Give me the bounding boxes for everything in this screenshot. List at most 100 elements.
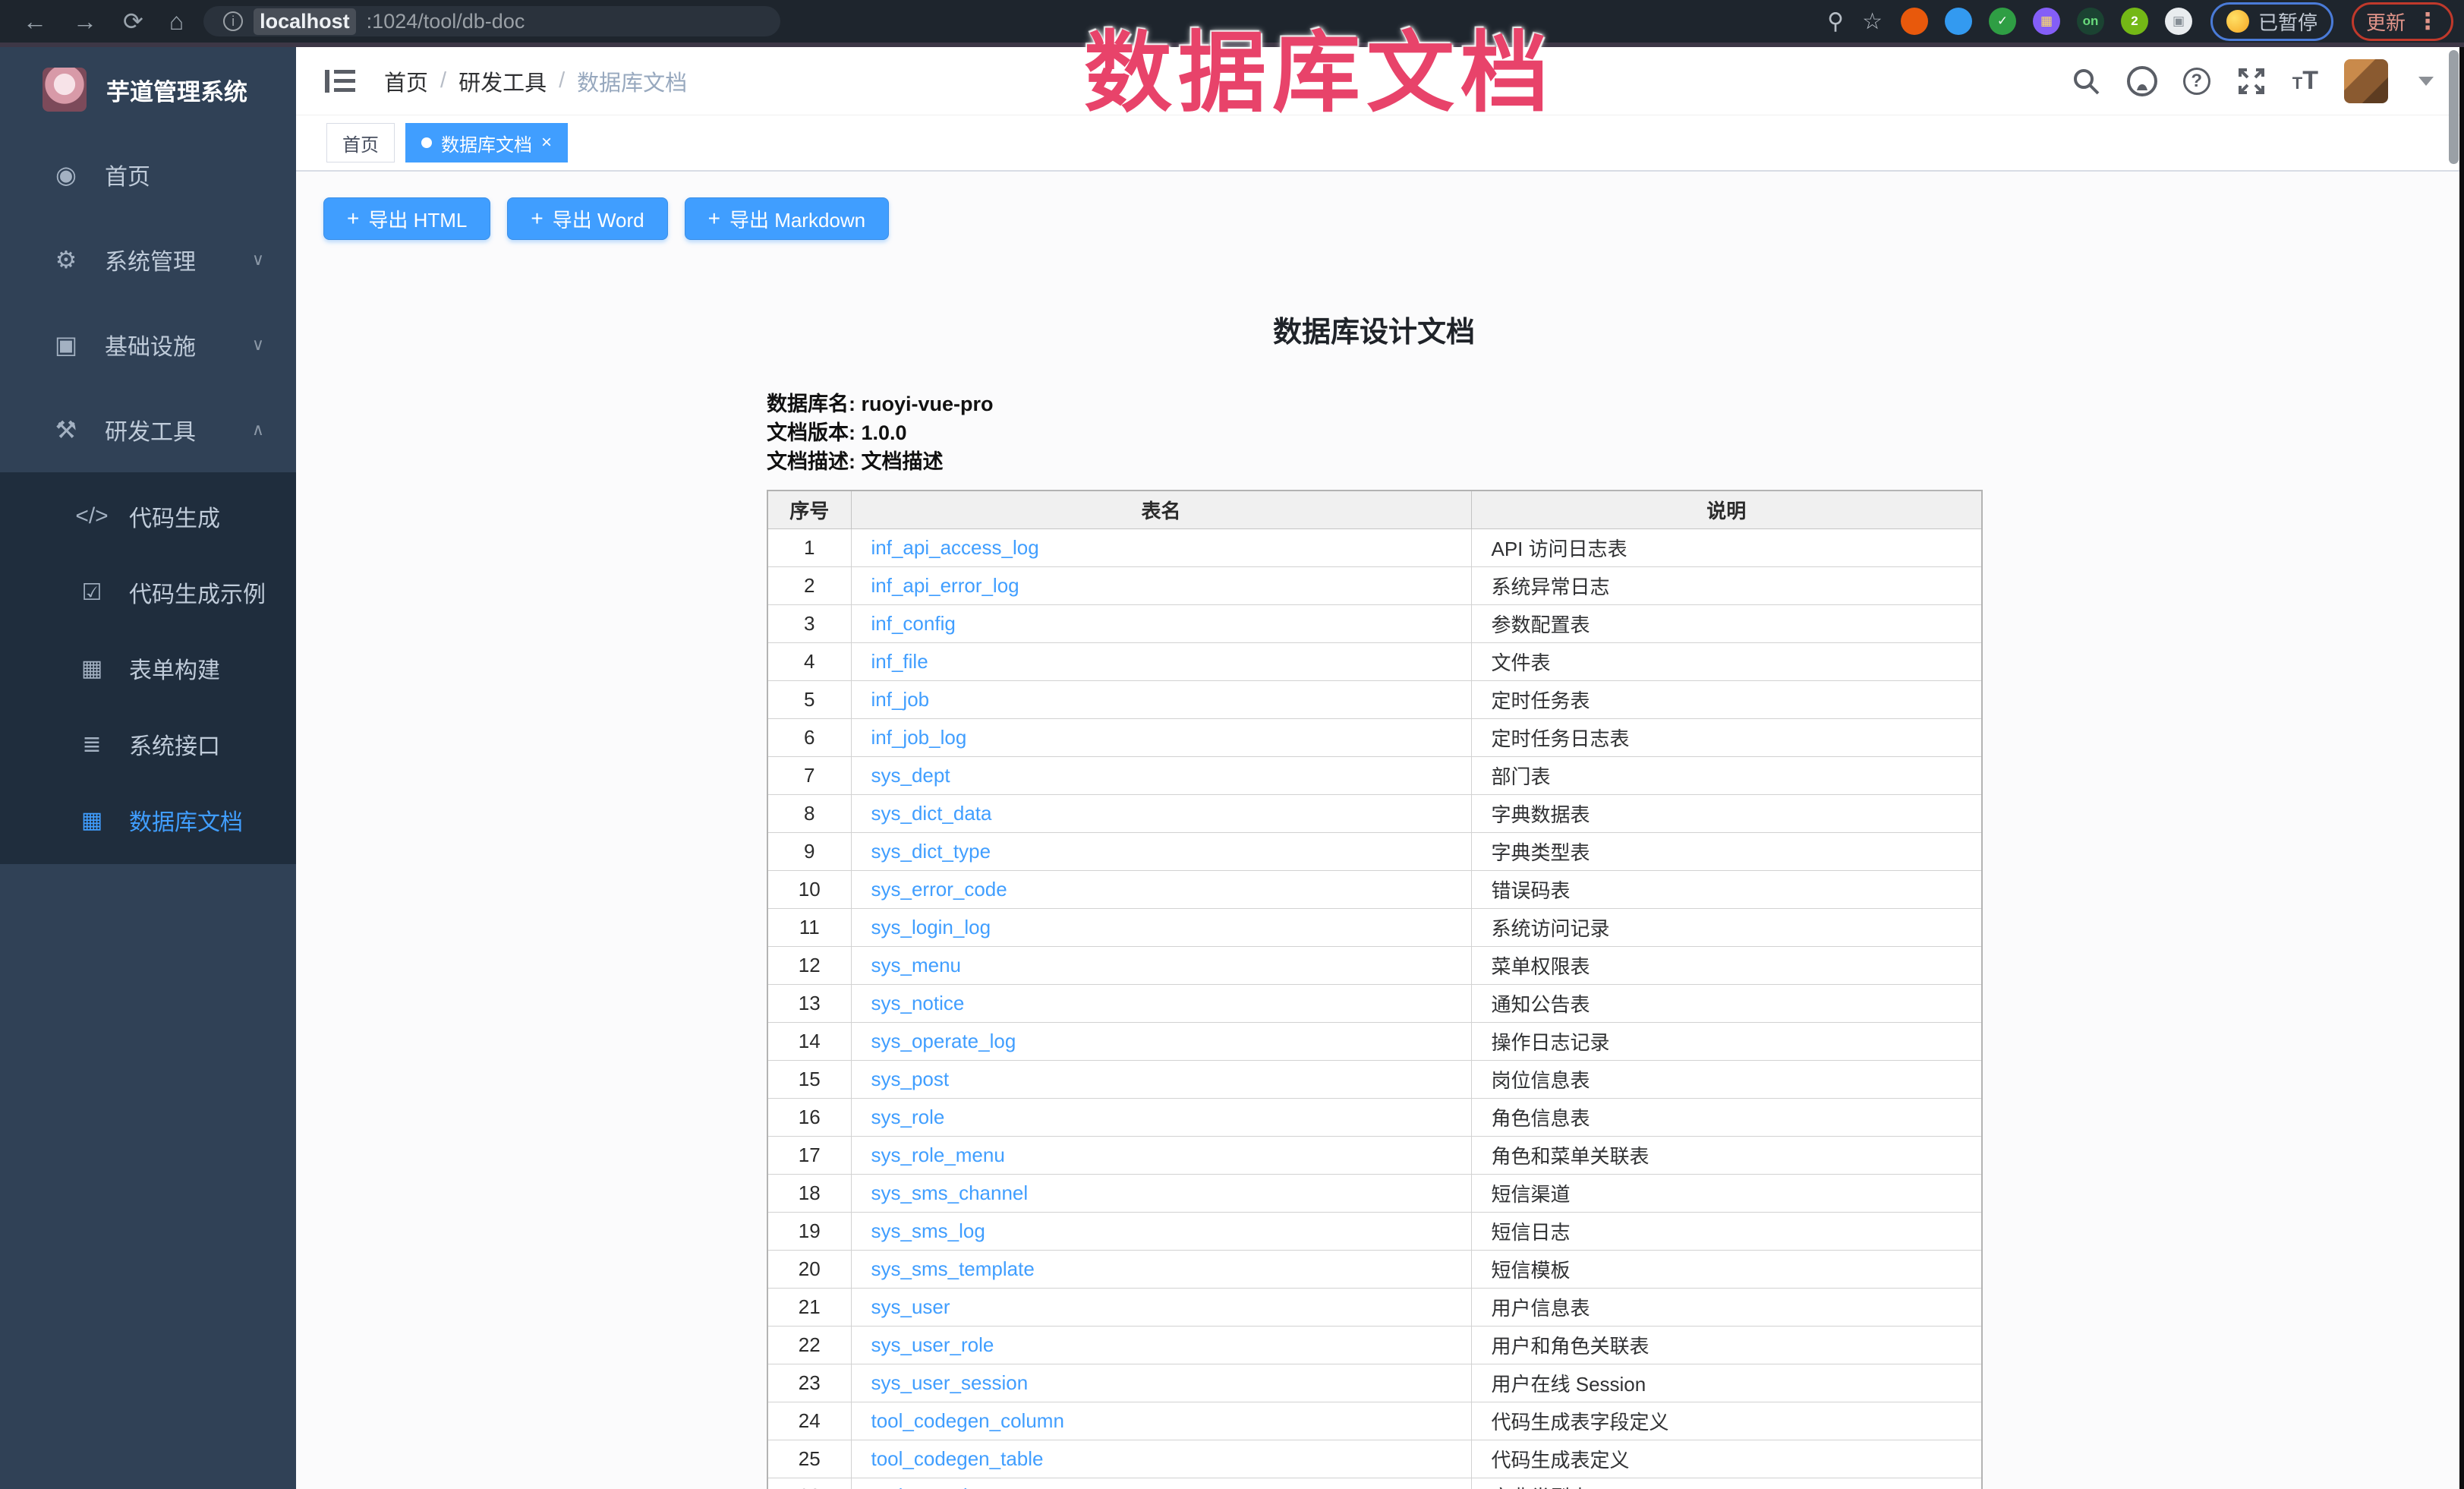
tab-label: 数据库文档	[441, 130, 532, 156]
table-name-link[interactable]: sys_role_menu	[871, 1144, 1005, 1166]
extension-puzzle-icon[interactable]: ▣	[2165, 8, 2192, 35]
back-icon[interactable]: ←	[23, 9, 47, 33]
meta-value: 1.0.0	[862, 421, 907, 444]
extension-orange-icon[interactable]	[1901, 8, 1928, 35]
row-description-cell: 岗位信息表	[1471, 1060, 1982, 1098]
address-bar[interactable]: i localhost :1024/tool/db-doc	[203, 6, 780, 36]
app-logo-row[interactable]: 芋道管理系统	[0, 47, 296, 132]
sidebar-item-home[interactable]: ◉首页	[0, 132, 296, 217]
breadcrumb-item[interactable]: 首页	[384, 65, 428, 97]
password-key-icon[interactable]: ⚲	[1827, 8, 1844, 35]
export-word-button[interactable]: +导出 Word	[507, 197, 667, 240]
table-name-link[interactable]: sys_role	[871, 1106, 945, 1128]
font-size-icon[interactable]: TT	[2292, 66, 2318, 96]
search-icon[interactable]	[2071, 66, 2101, 96]
table-row: 16sys_role角色信息表	[767, 1098, 1982, 1136]
sidebar-item-db-doc[interactable]: ▦数据库文档	[0, 782, 296, 858]
table-name-link[interactable]: sys_dict_data	[871, 802, 992, 825]
tab-数据库文档[interactable]: 数据库文档 ×	[405, 123, 568, 162]
table-row: 8sys_dict_data字典数据表	[767, 794, 1982, 832]
sidebar-item-system-api[interactable]: ≣系统接口	[0, 706, 296, 782]
sidebar-item-codegen-demo[interactable]: ☑代码生成示例	[0, 554, 296, 630]
browser-update-button[interactable]: 更新 ⋮	[2352, 2, 2453, 41]
extension-blue-drop-icon[interactable]	[1945, 8, 1972, 35]
export-html-button[interactable]: +导出 HTML	[323, 197, 490, 240]
export-html-button-label: 导出 HTML	[368, 205, 467, 233]
extension-leaf-icon[interactable]: 2	[2121, 8, 2148, 35]
table-name-link[interactable]: inf_file	[871, 650, 928, 673]
table-name-link[interactable]: sys_login_log	[871, 916, 991, 939]
export-button-row: +导出 HTML +导出 Word +导出 Markdown	[323, 197, 2434, 240]
site-info-icon[interactable]: i	[223, 11, 243, 31]
window-right-edge	[2459, 47, 2464, 1489]
table-name-link[interactable]: inf_config	[871, 612, 956, 635]
table-name-link[interactable]: sys_user_session	[871, 1371, 1029, 1394]
table-name-link[interactable]: sys_sms_channel	[871, 1181, 1029, 1204]
sidebar-item-infra[interactable]: ▣基础设施∨	[0, 302, 296, 387]
table-name-link[interactable]: inf_job	[871, 688, 930, 711]
row-seq-cell: 10	[767, 870, 851, 908]
table-name-link[interactable]: sys_sms_template	[871, 1257, 1035, 1280]
sidebar-item-form-builder[interactable]: ▦表单构建	[0, 630, 296, 706]
sidebar-collapse-icon[interactable]	[325, 68, 355, 94]
table-row: 17sys_role_menu角色和菜单关联表	[767, 1136, 1982, 1174]
table-row: 14sys_operate_log操作日志记录	[767, 1022, 1982, 1060]
breadcrumb-item[interactable]: 研发工具	[458, 65, 547, 97]
row-description-cell: 菜单权限表	[1471, 946, 1982, 984]
table-name-link[interactable]: inf_api_error_log	[871, 574, 1019, 597]
sidebar-item-devtools[interactable]: ⚒研发工具∧	[0, 387, 296, 472]
extension-grid-icon[interactable]: ▦	[2033, 8, 2060, 35]
table-name-link[interactable]: tool_codegen_column	[871, 1409, 1064, 1432]
extension-green-check-icon[interactable]: ✓	[1989, 8, 2016, 35]
table-name-link[interactable]: sys_menu	[871, 954, 962, 976]
fullscreen-icon[interactable]	[2236, 66, 2267, 96]
table-row: 1inf_api_access_logAPI 访问日志表	[767, 528, 1982, 566]
kebab-menu-icon[interactable]: ⋮	[2416, 8, 2439, 35]
forward-icon[interactable]: →	[73, 9, 97, 33]
table-row: 13sys_notice通知公告表	[767, 984, 1982, 1022]
table-row: 4inf_file文件表	[767, 642, 1982, 680]
table-name-link[interactable]: sys_dept	[871, 764, 950, 787]
sidebar-item-codegen[interactable]: </>代码生成	[0, 478, 296, 554]
row-table-name-cell: tool_codegen_table	[851, 1440, 1471, 1478]
row-seq-cell: 9	[767, 832, 851, 870]
table-name-link[interactable]: inf_job_log	[871, 726, 967, 749]
row-seq-cell: 22	[767, 1326, 851, 1364]
table-name-link[interactable]: sys_error_code	[871, 878, 1007, 901]
bookmark-star-icon[interactable]: ☆	[1862, 8, 1883, 35]
breadcrumb-item: 数据库文档	[577, 65, 687, 97]
row-description-cell: 定时任务表	[1471, 680, 1982, 718]
row-table-name-cell: sys_error_code	[851, 870, 1471, 908]
row-description-cell: 定时任务日志表	[1471, 718, 1982, 756]
close-icon[interactable]: ×	[541, 132, 552, 153]
table-row: 7sys_dept部门表	[767, 756, 1982, 794]
home-icon[interactable]: ⌂	[169, 9, 184, 33]
row-description-cell: 角色信息表	[1471, 1098, 1982, 1136]
export-markdown-button[interactable]: +导出 Markdown	[685, 197, 890, 240]
extension-on-icon[interactable]: on	[2077, 8, 2104, 35]
tab-首页[interactable]: 首页	[326, 123, 395, 162]
chevron-down-icon[interactable]	[2418, 77, 2434, 86]
github-icon[interactable]	[2127, 66, 2157, 96]
row-table-name-cell: sys_role_menu	[851, 1136, 1471, 1174]
table-name-link[interactable]: sys_user_role	[871, 1333, 994, 1356]
reload-icon[interactable]: ⟳	[123, 9, 143, 33]
table-name-link[interactable]: sys_user	[871, 1295, 950, 1318]
paused-extension-badge[interactable]: 已暂停	[2210, 2, 2333, 41]
table-name-link[interactable]: inf_api_access_log	[871, 536, 1039, 559]
table-name-link[interactable]: sys_sms_log	[871, 1219, 985, 1242]
table-name-link[interactable]: sys_post	[871, 1068, 950, 1090]
table-name-link[interactable]: sys_notice	[871, 992, 965, 1014]
sidebar-item-system[interactable]: ⚙系统管理∨	[0, 217, 296, 302]
update-label: 更新	[2366, 8, 2406, 36]
table-name-link[interactable]: sys_dict_type	[871, 840, 991, 863]
table-row: 23sys_user_session用户在线 Session	[767, 1364, 1982, 1402]
avatar[interactable]	[2344, 59, 2388, 103]
table-name-link[interactable]: tool_test_demo	[871, 1484, 1007, 1489]
help-icon[interactable]: ?	[2183, 68, 2210, 95]
row-seq-cell: 2	[767, 566, 851, 604]
row-table-name-cell: sys_role	[851, 1098, 1471, 1136]
vertical-scrollbar[interactable]	[2449, 50, 2459, 164]
table-name-link[interactable]: tool_codegen_table	[871, 1447, 1044, 1470]
table-name-link[interactable]: sys_operate_log	[871, 1030, 1016, 1052]
